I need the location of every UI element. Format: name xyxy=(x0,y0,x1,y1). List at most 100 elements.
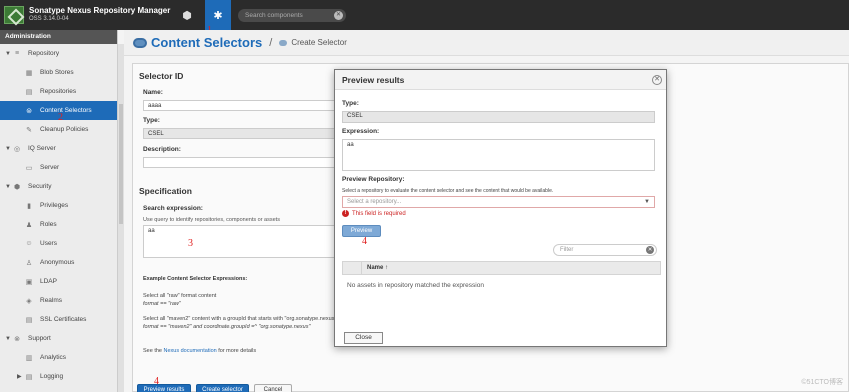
filter-placeholder: Filter xyxy=(560,247,574,253)
sidebar-item-realms[interactable]: ◈ Realms xyxy=(0,291,117,310)
sidebar-item-ldap[interactable]: ▣ LDAP xyxy=(0,272,117,291)
preview-repository-hint: Select a repository to evaluate the cont… xyxy=(342,188,554,194)
sidebar-item-ssl-certificates[interactable]: ▤ SSL Certificates xyxy=(0,310,117,329)
filter-input[interactable]: Filter ✕ xyxy=(553,244,657,256)
docs-link[interactable]: Nexus documentation xyxy=(164,348,217,354)
examples-title: Example Content Selector Expressions: xyxy=(143,276,248,282)
sidebar-item-label: Privileges xyxy=(40,202,69,209)
chevron-right-icon[interactable]: ▶ xyxy=(17,373,24,380)
chevron-down-icon[interactable]: ▼ xyxy=(5,336,12,342)
example-2-code: format == "maven2" and coordinate.groupI… xyxy=(143,324,311,330)
content-selector-icon xyxy=(133,37,147,48)
filter-clear-icon[interactable]: ✕ xyxy=(646,246,654,254)
sidebar-item-anonymous[interactable]: ♙ Anonymous xyxy=(0,253,117,272)
sidebar-item-label: Users xyxy=(40,240,57,247)
search-input[interactable]: Search components ✕ xyxy=(238,9,346,22)
selector-id-title: Selector ID xyxy=(139,71,184,81)
search-expression-field[interactable]: aa xyxy=(143,225,335,258)
page-title[interactable]: Content Selectors xyxy=(151,35,262,50)
sidebar-item-label: Analytics xyxy=(40,354,67,361)
annotation-number: 2 xyxy=(58,112,63,123)
results-table-header: Name ↑ xyxy=(342,261,661,275)
brand: Sonatype Nexus Repository Manager OSS 3.… xyxy=(29,6,170,24)
server-icon: ▭ xyxy=(25,164,33,172)
logging-icon: ▤ xyxy=(25,373,33,381)
repository-select[interactable]: Select a repository... ▼ xyxy=(342,196,655,208)
sidebar-item-support[interactable]: ▼ ⊗ Support xyxy=(0,329,117,348)
name-label: Name: xyxy=(143,89,163,96)
sidebar-scrollbar[interactable] xyxy=(118,44,124,392)
security-icon: ⬢ xyxy=(13,183,21,191)
sidebar-item-security[interactable]: ▼ ⬢ Security xyxy=(0,177,117,196)
chevron-down-icon[interactable]: ▼ xyxy=(5,51,12,57)
sidebar-item-repositories[interactable]: ▤ Repositories xyxy=(0,82,117,101)
watermark: ©51CTO博客 xyxy=(801,379,843,386)
app-name: Sonatype Nexus Repository Manager xyxy=(29,6,171,15)
error-text: This field is required xyxy=(352,210,406,217)
sidebar-item-label: Realms xyxy=(40,297,63,304)
annotation-number: 4 xyxy=(362,236,367,247)
dialog-expression-field[interactable]: aa xyxy=(342,139,655,171)
sidebar-item-users[interactable]: ☺ Users xyxy=(0,234,117,253)
chevron-down-icon[interactable]: ▼ xyxy=(644,197,650,207)
privileges-icon: ▮ xyxy=(27,202,31,210)
example-1-text: Select all "raw" format content xyxy=(143,293,217,299)
dialog-expression-label: Expression: xyxy=(342,128,380,135)
sidebar-item-repository[interactable]: ▼ ≡ Repository xyxy=(0,44,117,63)
support-icon: ⊗ xyxy=(14,335,20,343)
empty-results-message: No assets in repository matched the expr… xyxy=(347,282,484,289)
breadcrumb-separator: / xyxy=(269,36,273,49)
sidebar-item-analytics[interactable]: ▥ Analytics xyxy=(0,348,117,367)
preview-repository-label: Preview Repository: xyxy=(342,176,405,183)
sidebar-item-label: Blob Stores xyxy=(40,69,74,76)
sidebar-item-logging[interactable]: ▶ ▤ Logging xyxy=(0,367,117,386)
docs-suffix: for more details xyxy=(216,348,257,354)
sidebar-item-label: Logging xyxy=(40,373,64,380)
close-icon[interactable]: ✕ xyxy=(652,75,662,85)
content-selector-icon: ⊜ xyxy=(26,107,32,115)
anonymous-icon: ♙ xyxy=(25,259,33,267)
sidebar-item-privileges[interactable]: ▮ Privileges xyxy=(0,196,117,215)
users-icon: ☺ xyxy=(25,240,33,247)
cancel-button[interactable]: Cancel xyxy=(254,384,292,392)
search-expression-label: Search expression: xyxy=(143,205,203,212)
breadcrumb-current: Create Selector xyxy=(291,38,347,47)
docs-prefix: See the xyxy=(143,348,164,354)
sidebar-item-label: Support xyxy=(28,335,51,342)
sidebar-item-label: LDAP xyxy=(40,278,57,285)
search-placeholder: Search components xyxy=(245,12,303,19)
analytics-icon: ▥ xyxy=(25,354,33,362)
sidebar-item-label: Content Selectors xyxy=(40,107,92,114)
chevron-down-icon[interactable]: ▼ xyxy=(5,184,12,190)
top-bar: Sonatype Nexus Repository Manager OSS 3.… xyxy=(0,0,849,30)
content-selector-small-icon xyxy=(279,39,288,46)
iq-server-icon: ◎ xyxy=(13,145,21,153)
field-error: ! This field is required xyxy=(342,210,406,217)
cube-icon[interactable]: ⬢ xyxy=(174,0,200,30)
close-button[interactable]: Close xyxy=(344,332,383,344)
dialog-header: Preview results ✕ xyxy=(335,70,666,90)
search-clear-icon[interactable]: ✕ xyxy=(334,11,343,20)
scrollbar-thumb[interactable] xyxy=(119,104,123,224)
description-field[interactable] xyxy=(143,157,335,168)
sidebar-item-label: Security xyxy=(28,183,52,190)
sidebar-item-server[interactable]: ▭ Server xyxy=(0,158,117,177)
sidebar-item-iq-server[interactable]: ▼ ◎ IQ Server xyxy=(0,139,117,158)
sidebar-item-blob-stores[interactable]: ▦ Blob Stores xyxy=(0,63,117,82)
annotation-number: 3 xyxy=(188,238,193,249)
repository-select-placeholder: Select a repository... xyxy=(347,199,402,205)
blob-store-icon: ▦ xyxy=(25,69,33,77)
preview-results-button[interactable]: Preview results xyxy=(137,384,191,392)
chevron-down-icon[interactable]: ▼ xyxy=(5,146,12,152)
name-field[interactable]: aaaa xyxy=(143,100,335,111)
sidebar-item-roles[interactable]: ♟ Roles xyxy=(0,215,117,234)
roles-icon: ♟ xyxy=(25,221,33,229)
error-icon: ! xyxy=(342,210,349,217)
sidebar-item-label: Roles xyxy=(40,221,57,228)
nexus-logo-icon[interactable] xyxy=(4,6,24,24)
brush-icon: ✎ xyxy=(26,126,32,134)
sidebar-item-label: IQ Server xyxy=(28,145,56,152)
table-icon-column xyxy=(343,262,362,274)
create-selector-button[interactable]: Create selector xyxy=(196,384,249,392)
name-column-header[interactable]: Name ↑ xyxy=(367,265,388,271)
